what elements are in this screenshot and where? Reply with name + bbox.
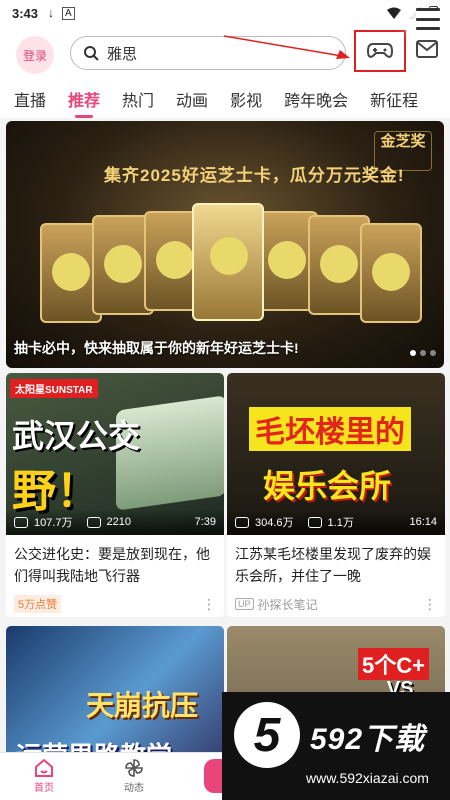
tab-menu-button[interactable]: [416, 8, 440, 30]
thumbnail-text: 天崩抗压: [86, 690, 199, 721]
video-thumbnail[interactable]: 毛坯楼里的 娱乐会所 304.6万 1.1万 16:14: [227, 373, 445, 535]
thumbnail-text: 毛坯楼里的: [249, 407, 411, 451]
tab-hot[interactable]: 热门: [122, 87, 154, 111]
banner-caption: 抽卡必中，快来抽取属于你的新年好运芝士卡!: [14, 340, 299, 356]
mail-icon: [416, 40, 438, 58]
clock: 3:43: [12, 5, 39, 21]
danmaku-icon: [86, 516, 101, 528]
lucky-card: [360, 223, 422, 323]
video-stats: 107.7万 2210 7:39: [6, 509, 224, 535]
video-card[interactable]: 毛坯楼里的 娱乐会所 304.6万 1.1万 16:14 江苏某毛坯楼里发现了废…: [227, 373, 445, 617]
wifi-icon: [387, 7, 401, 19]
featured-lucky-card: [192, 203, 264, 321]
search-icon: [84, 46, 99, 61]
promo-banner[interactable]: 金芝奖 集齐2025好运芝士卡，瓜分万元奖金! 抽卡必中，快来抽取属于你的新年好…: [6, 121, 444, 368]
home-icon: [35, 759, 53, 777]
tab-new-year-gala[interactable]: 跨年晚会: [284, 87, 348, 111]
video-card[interactable]: 太阳星SUNSTAR 武汉公交 野！ 107.7万 2210 7:39 公交进化…: [6, 373, 224, 617]
likes-tag: 5万点赞: [14, 595, 62, 613]
danmaku-count: 1.1万: [327, 517, 354, 529]
thumbnail-text: 娱乐会所: [263, 468, 392, 504]
carousel-indicator: [410, 350, 436, 356]
up-badge: UP: [235, 598, 254, 610]
site-watermark: 5 592下载 www.592xiazai.com: [222, 692, 450, 800]
author-name[interactable]: 孙探长笔记: [258, 596, 318, 613]
play-count: 304.6万: [255, 517, 294, 529]
thumbnail-text: 武汉公交: [12, 418, 141, 454]
video-meta: 5万点赞 ⋮: [6, 591, 224, 617]
channel-logo: 太阳星SUNSTAR: [10, 379, 98, 398]
tab-live[interactable]: 直播: [14, 87, 46, 111]
video-title[interactable]: 公交进化史：要是放到现在，他们得叫我陆地飞行器: [6, 535, 224, 591]
notification-a-icon: A: [62, 6, 75, 20]
red-arrow-annotation: [223, 35, 350, 59]
video-duration: 16:14: [409, 516, 437, 528]
tab-film[interactable]: 影视: [230, 87, 262, 111]
gamepad-icon: [367, 43, 393, 58]
video-thumbnail[interactable]: 太阳星SUNSTAR 武汉公交 野！ 107.7万 2210 7:39: [6, 373, 224, 535]
video-meta: UP 孙探长笔记 ⋮: [227, 591, 445, 617]
status-bar: 3:43 ↓ A: [0, 0, 450, 26]
play-count-icon: [14, 516, 28, 528]
watermark-url: www.592xiazai.com: [306, 770, 429, 786]
download-icon: ↓: [48, 6, 55, 20]
tab-recommend[interactable]: 推荐: [68, 87, 100, 118]
danmaku-icon: [307, 516, 322, 528]
watermark-logo: 5: [234, 702, 300, 768]
nav-feed-label: 动态: [124, 783, 144, 794]
play-count: 107.7万: [34, 517, 73, 529]
nav-home-label: 首页: [34, 783, 54, 794]
top-header: 登录 雅思: [0, 26, 450, 80]
tab-anime[interactable]: 动画: [176, 87, 208, 111]
video-title[interactable]: 江苏某毛坯楼里发现了废弃的娱乐会所，并住了一晚: [227, 535, 445, 591]
mail-button[interactable]: [416, 40, 438, 63]
category-tabs: 直播 推荐 热门 动画 影视 跨年晚会 新征程: [0, 80, 450, 118]
thumbnail-text: 5个C+: [358, 648, 429, 680]
login-avatar-button[interactable]: 登录: [16, 36, 54, 74]
game-center-button[interactable]: [354, 30, 406, 72]
video-stats: 304.6万 1.1万 16:14: [227, 509, 445, 535]
nav-feed[interactable]: 动态: [104, 757, 164, 794]
more-options-icon[interactable]: ⋮: [423, 596, 437, 613]
banner-headline: 集齐2025好运芝士卡，瓜分万元奖金!: [104, 166, 405, 185]
tab-new-journey[interactable]: 新征程: [370, 87, 418, 111]
danmaku-count: 2210: [106, 516, 132, 528]
search-input[interactable]: 雅思: [107, 43, 137, 64]
play-count-icon: [235, 516, 249, 528]
more-options-icon[interactable]: ⋮: [202, 596, 216, 613]
pinwheel-icon: [125, 759, 143, 777]
watermark-name: 592下载: [310, 723, 426, 756]
nav-home[interactable]: 首页: [14, 757, 74, 794]
video-duration: 7:39: [194, 516, 216, 528]
